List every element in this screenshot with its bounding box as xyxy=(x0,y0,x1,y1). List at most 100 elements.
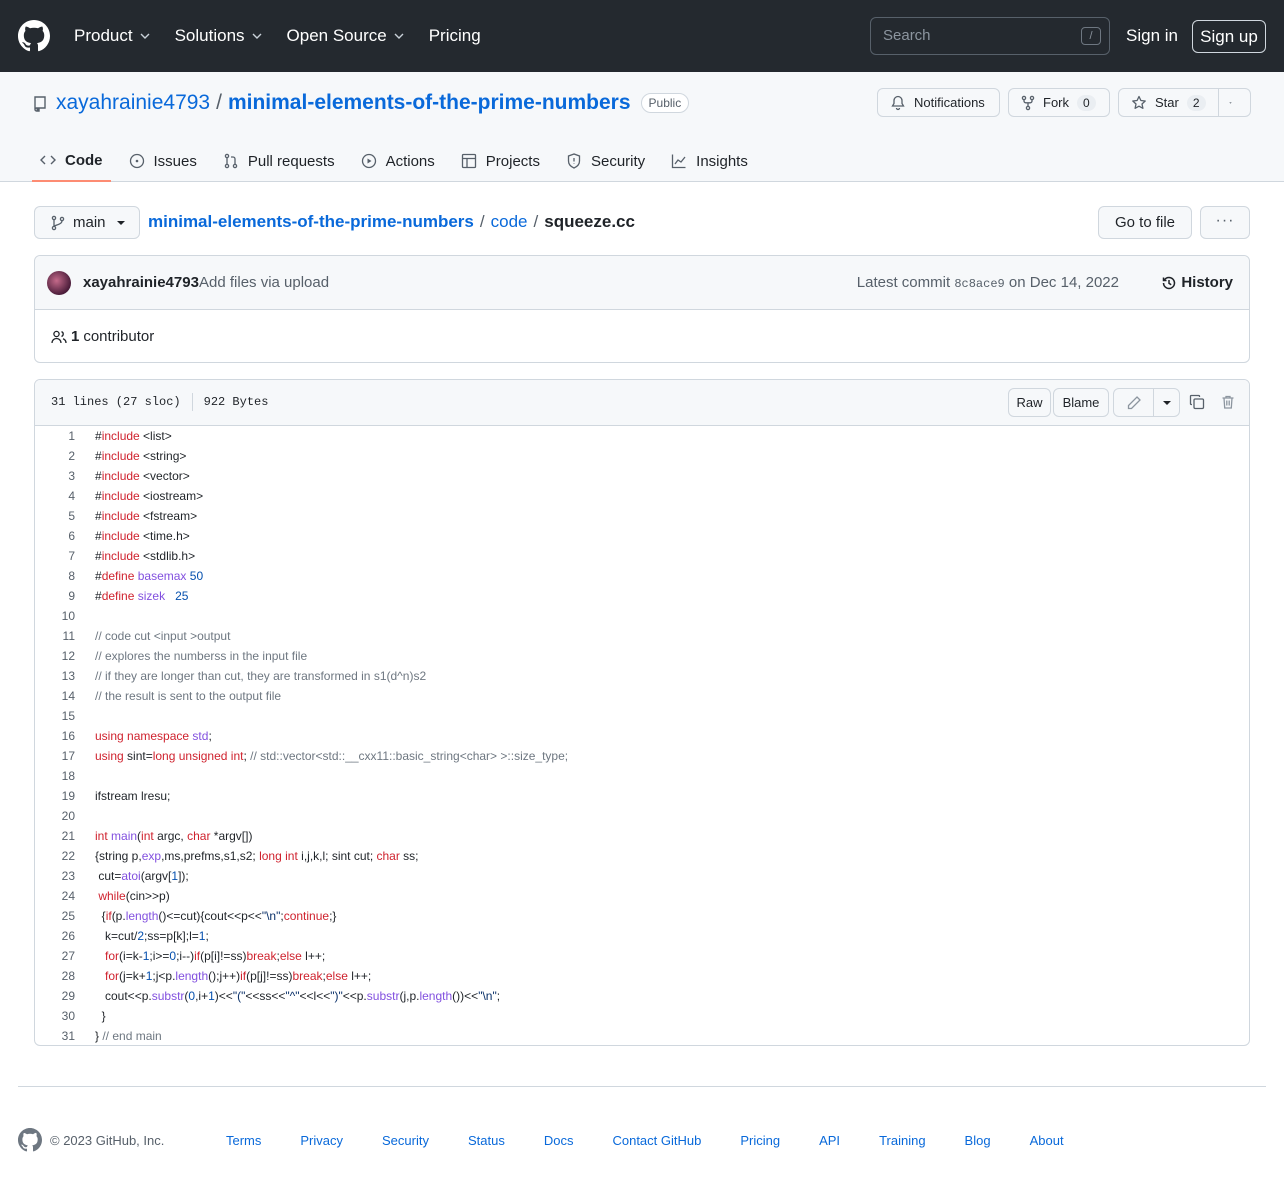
line-number[interactable]: 25 xyxy=(35,909,75,923)
tab-insights[interactable]: Insights xyxy=(663,140,756,182)
raw-button[interactable]: Raw xyxy=(1008,388,1051,417)
edit-dropdown-button[interactable] xyxy=(1153,388,1180,417)
line-number[interactable]: 29 xyxy=(35,989,75,1003)
line-count: 31 lines (27 sloc) xyxy=(51,395,181,409)
search-input[interactable]: Search / xyxy=(870,17,1110,55)
line-number[interactable]: 17 xyxy=(35,749,75,763)
tab-security[interactable]: Security xyxy=(558,140,653,182)
repo-owner-link[interactable]: xayahrainie4793 xyxy=(56,91,210,115)
line-number[interactable]: 23 xyxy=(35,869,75,883)
commit-sha-link[interactable]: 8c8ace9 xyxy=(954,277,1004,291)
nav-open-source[interactable]: Open Source xyxy=(287,26,405,46)
code-token: <stdlib.h> xyxy=(139,549,196,563)
footer-link-terms[interactable]: Terms xyxy=(226,1133,261,1148)
tab-projects[interactable]: Projects xyxy=(453,140,548,182)
line-number[interactable]: 15 xyxy=(35,709,75,723)
footer-link-blog[interactable]: Blog xyxy=(965,1133,991,1148)
line-number[interactable]: 10 xyxy=(35,609,75,623)
sign-in-link[interactable]: Sign in xyxy=(1126,26,1178,46)
line-number[interactable]: 30 xyxy=(35,1009,75,1023)
tab-actions[interactable]: Actions xyxy=(353,140,443,182)
code-token: { xyxy=(95,909,106,923)
footer-link-docs[interactable]: Docs xyxy=(544,1133,574,1148)
contributors-summary[interactable]: 1 contributor xyxy=(51,328,154,345)
code-token: for xyxy=(105,969,120,983)
line-number[interactable]: 26 xyxy=(35,929,75,943)
star-dropdown-button[interactable] xyxy=(1218,88,1251,117)
commit-message-link[interactable]: Add files via upload xyxy=(199,274,329,291)
line-number[interactable]: 31 xyxy=(35,1029,75,1043)
github-logo-icon[interactable] xyxy=(18,20,50,52)
star-button[interactable]: Star 2 xyxy=(1118,88,1219,117)
edit-file-button[interactable] xyxy=(1113,388,1154,417)
line-number[interactable]: 19 xyxy=(35,789,75,803)
commit-author-link[interactable]: xayahrainie4793 xyxy=(83,274,199,291)
nav-product[interactable]: Product xyxy=(74,26,151,46)
line-number[interactable]: 8 xyxy=(35,569,75,583)
footer-link-privacy[interactable]: Privacy xyxy=(300,1133,343,1148)
tab-issues[interactable]: Issues xyxy=(121,140,205,182)
code-token: namespace xyxy=(127,729,190,743)
line-number[interactable]: 1 xyxy=(35,429,75,443)
copy-icon[interactable] xyxy=(1189,394,1205,410)
footer-link-about[interactable]: About xyxy=(1030,1133,1064,1148)
line-number[interactable]: 3 xyxy=(35,469,75,483)
line-number[interactable]: 16 xyxy=(35,729,75,743)
line-number[interactable]: 5 xyxy=(35,509,75,523)
branch-selector-button[interactable]: main xyxy=(34,206,140,239)
breadcrumb-dir-link[interactable]: code xyxy=(491,212,528,232)
code-token: # xyxy=(95,529,102,543)
sign-up-button[interactable]: Sign up xyxy=(1192,20,1266,53)
line-number[interactable]: 11 xyxy=(35,629,75,643)
code-token: using xyxy=(95,729,124,743)
line-number[interactable]: 9 xyxy=(35,589,75,603)
line-number[interactable]: 4 xyxy=(35,489,75,503)
code-token: int xyxy=(285,849,298,863)
line-number[interactable]: 24 xyxy=(35,889,75,903)
more-options-button[interactable]: ··· xyxy=(1200,206,1250,239)
code-token: ,i+ xyxy=(195,989,209,1003)
notifications-button[interactable]: Notifications xyxy=(877,88,1000,117)
footer-link-contact[interactable]: Contact GitHub xyxy=(612,1133,701,1148)
tab-pull-requests[interactable]: Pull requests xyxy=(215,140,343,182)
line-number[interactable]: 13 xyxy=(35,669,75,683)
footer-link-api[interactable]: API xyxy=(819,1133,840,1148)
code-line: 1 #include <list> xyxy=(35,426,1249,446)
footer-link-pricing[interactable]: Pricing xyxy=(740,1133,780,1148)
line-number[interactable]: 22 xyxy=(35,849,75,863)
line-number[interactable]: 12 xyxy=(35,649,75,663)
line-number[interactable]: 2 xyxy=(35,449,75,463)
code-token: basemax xyxy=(137,569,187,583)
avatar[interactable] xyxy=(47,271,71,295)
github-mark-icon[interactable] xyxy=(18,1128,42,1152)
line-number[interactable]: 27 xyxy=(35,949,75,963)
nav-solutions[interactable]: Solutions xyxy=(175,26,263,46)
line-number[interactable]: 28 xyxy=(35,969,75,983)
footer-link-security[interactable]: Security xyxy=(382,1133,429,1148)
breadcrumb-repo-link[interactable]: minimal-elements-of-the-prime-numbers xyxy=(148,212,474,232)
code-token: # xyxy=(95,449,102,463)
code-token: (p[i]!=ss) xyxy=(200,949,247,963)
repo-name-link[interactable]: minimal-elements-of-the-prime-numbers xyxy=(228,91,631,115)
line-number[interactable]: 20 xyxy=(35,809,75,823)
code-token: cut= xyxy=(95,869,122,883)
code-line: 20 xyxy=(35,806,1249,826)
line-number[interactable]: 21 xyxy=(35,829,75,843)
code-line: 31} // end main xyxy=(35,1026,1249,1045)
line-number[interactable]: 18 xyxy=(35,769,75,783)
code-token: exp xyxy=(141,849,162,863)
code-token: (argv[ xyxy=(140,869,172,883)
nav-pricing[interactable]: Pricing xyxy=(429,26,481,46)
go-to-file-button[interactable]: Go to file xyxy=(1098,206,1192,239)
line-number[interactable]: 6 xyxy=(35,529,75,543)
line-number[interactable]: 14 xyxy=(35,689,75,703)
line-number[interactable]: 7 xyxy=(35,549,75,563)
chevron-down-icon xyxy=(394,33,404,39)
footer-link-status[interactable]: Status xyxy=(468,1133,505,1148)
history-link[interactable]: History xyxy=(1161,274,1233,291)
blame-button[interactable]: Blame xyxy=(1053,388,1109,417)
fork-button[interactable]: Fork 0 xyxy=(1008,88,1110,117)
trash-icon[interactable] xyxy=(1220,394,1236,410)
footer-link-training[interactable]: Training xyxy=(879,1133,925,1148)
tab-code[interactable]: Code xyxy=(32,140,111,182)
